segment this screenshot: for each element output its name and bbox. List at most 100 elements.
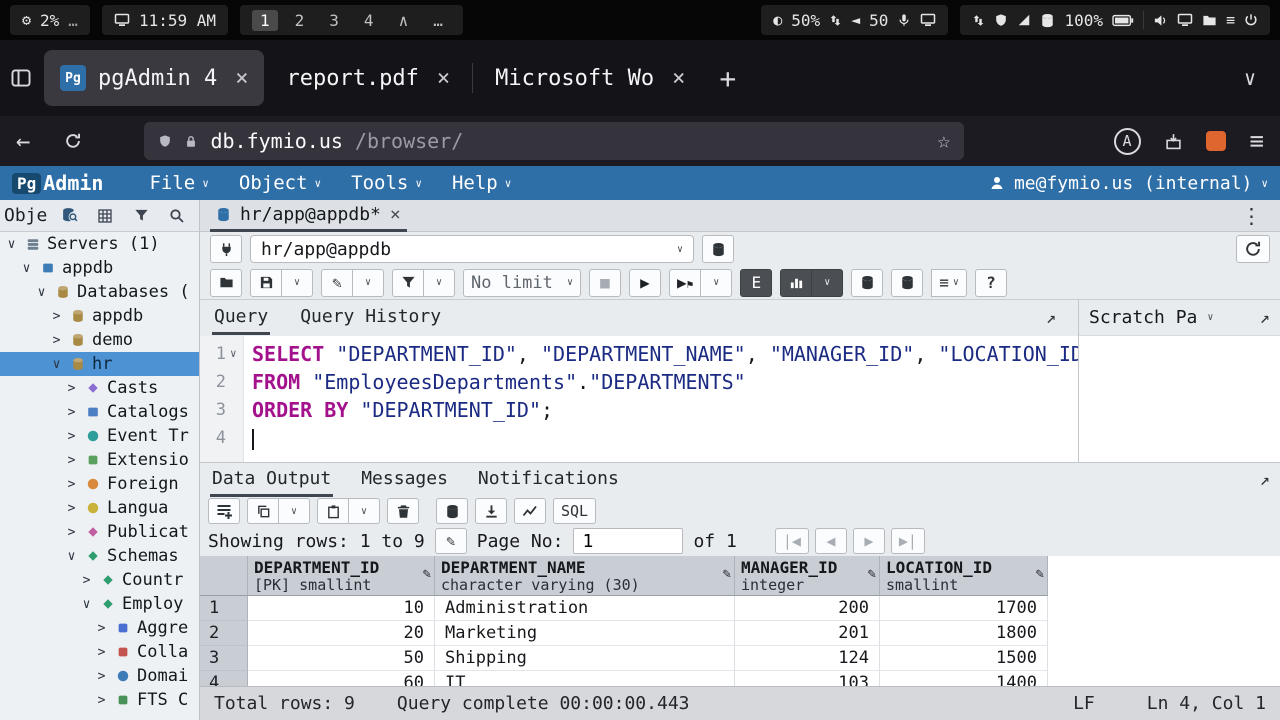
sql-editor[interactable]: 1∨SELECT "DEPARTMENT_ID", "DEPARTMENT_NA… bbox=[200, 336, 1078, 462]
tree-item-colla[interactable]: >Colla bbox=[0, 640, 199, 664]
row-number-cell[interactable]: 4 bbox=[200, 671, 248, 686]
tree-item-servers-1[interactable]: ∨Servers (1) bbox=[0, 232, 199, 256]
disk-icon[interactable] bbox=[1040, 13, 1055, 28]
menu-icon[interactable]: ≡ bbox=[1250, 127, 1264, 155]
list-tabs-icon[interactable]: ∨ bbox=[1230, 66, 1270, 90]
bookmark-star-icon[interactable]: ☆ bbox=[937, 129, 950, 154]
browser-tab-report[interactable]: report.pdf × bbox=[270, 50, 466, 106]
limit-select[interactable]: No limit ∨ bbox=[463, 269, 581, 297]
tab-notifications[interactable]: Notifications bbox=[476, 463, 621, 497]
cell[interactable]: 200 bbox=[735, 596, 880, 621]
search-icon[interactable] bbox=[163, 203, 191, 229]
tab-data-output[interactable]: Data Output bbox=[210, 463, 333, 497]
object-search-icon[interactable] bbox=[55, 203, 83, 229]
browser-view-icon[interactable] bbox=[10, 67, 32, 89]
new-connection-button[interactable] bbox=[702, 235, 734, 263]
cpu-indicator[interactable]: ⚙ 2% … bbox=[10, 5, 90, 35]
cell[interactable]: 1800 bbox=[880, 621, 1048, 646]
expand-scratch-icon[interactable]: ↗ bbox=[1260, 308, 1270, 328]
save-data-button[interactable] bbox=[436, 498, 468, 524]
browser-tab-pgadmin[interactable]: Pg pgAdmin 4 × bbox=[44, 50, 264, 106]
cell[interactable]: Administration bbox=[435, 596, 735, 621]
vpn-shield-icon[interactable] bbox=[994, 13, 1008, 27]
pencil-icon[interactable]: ✎ bbox=[723, 566, 731, 582]
tab-close-icon[interactable]: × bbox=[235, 66, 248, 91]
next-page-button[interactable]: ▶ bbox=[853, 528, 885, 554]
execute-script-button[interactable]: ▶⚑ bbox=[669, 269, 701, 297]
pencil-icon[interactable]: ✎ bbox=[423, 566, 431, 582]
tree-item-foreign[interactable]: >Foreign bbox=[0, 472, 199, 496]
collapsed-arrow-icon[interactable]: > bbox=[49, 333, 64, 348]
column-header-department_name[interactable]: DEPARTMENT_NAMEcharacter varying (30)✎ bbox=[435, 556, 735, 596]
filter-options-button[interactable]: ∨ bbox=[423, 269, 455, 297]
panel-kebab-icon[interactable]: ⋮ bbox=[1233, 204, 1270, 228]
eol-indicator[interactable]: LF bbox=[1073, 693, 1095, 714]
row-number-cell[interactable]: 2 bbox=[200, 621, 248, 646]
collapsed-arrow-icon[interactable]: > bbox=[94, 693, 109, 708]
tree-item-employ[interactable]: ∨Employ bbox=[0, 592, 199, 616]
tab-query[interactable]: Query bbox=[212, 301, 270, 335]
cell[interactable]: 1500 bbox=[880, 646, 1048, 671]
cell[interactable]: 124 bbox=[735, 646, 880, 671]
close-icon[interactable]: × bbox=[390, 204, 401, 225]
copy-options-button[interactable]: ∨ bbox=[278, 498, 310, 524]
workspace-4[interactable]: 4 bbox=[356, 10, 382, 31]
cell[interactable]: 20 bbox=[248, 621, 435, 646]
network-traffic-icon[interactable] bbox=[972, 14, 985, 27]
graph-visualiser-button[interactable] bbox=[514, 498, 546, 524]
tree-item-countr[interactable]: >Countr bbox=[0, 568, 199, 592]
browser-tab-word[interactable]: Microsoft Wo × bbox=[479, 50, 701, 106]
column-header-manager_id[interactable]: MANAGER_IDinteger✎ bbox=[735, 556, 880, 596]
delete-row-button[interactable] bbox=[387, 498, 419, 524]
save-page-icon[interactable] bbox=[1165, 133, 1182, 150]
signal-icon[interactable] bbox=[1017, 13, 1031, 27]
grid-corner-cell[interactable] bbox=[200, 556, 248, 596]
display2-icon[interactable] bbox=[1177, 12, 1193, 28]
sql-line-3[interactable]: ORDER BY "DEPARTMENT_ID"; bbox=[252, 396, 1078, 424]
tree-item-demo[interactable]: >demo bbox=[0, 328, 199, 352]
execute-button[interactable]: ▶ bbox=[629, 269, 661, 297]
page-number-input[interactable] bbox=[573, 528, 683, 554]
workspace-2[interactable]: 2 bbox=[287, 10, 313, 31]
show-sql-button[interactable]: SQL bbox=[553, 498, 596, 524]
collapsed-arrow-icon[interactable]: > bbox=[79, 573, 94, 588]
column-header-location_id[interactable]: LOCATION_IDsmallint✎ bbox=[880, 556, 1048, 596]
tree-item-appdb[interactable]: >appdb bbox=[0, 304, 199, 328]
tree-item-hr[interactable]: ∨hr bbox=[0, 352, 199, 376]
tab-close-icon[interactable]: × bbox=[672, 66, 685, 91]
tree-item-extensio[interactable]: >Extensio bbox=[0, 448, 199, 472]
sql-line-2[interactable]: FROM "EmployeesDepartments"."DEPARTMENTS… bbox=[252, 368, 1078, 396]
sql-line-4[interactable] bbox=[252, 424, 1078, 452]
account-menu[interactable]: me@fymio.us (internal) ∨ bbox=[989, 173, 1268, 194]
files-icon[interactable] bbox=[1202, 13, 1217, 28]
tree-item-publicat[interactable]: >Publicat bbox=[0, 520, 199, 544]
tree-item-schemas[interactable]: ∨Schemas bbox=[0, 544, 199, 568]
workspace-1[interactable]: 1 bbox=[252, 10, 278, 31]
connection-status-button[interactable] bbox=[210, 235, 242, 263]
extension-icon[interactable] bbox=[1206, 131, 1226, 151]
expanded-arrow-icon[interactable]: ∨ bbox=[34, 285, 49, 300]
tab-messages[interactable]: Messages bbox=[359, 463, 450, 497]
cell[interactable]: 10 bbox=[248, 596, 435, 621]
edit-range-button[interactable]: ✎ bbox=[435, 528, 467, 554]
paste-options-button[interactable]: ∨ bbox=[348, 498, 380, 524]
reconnect-button[interactable] bbox=[1236, 235, 1270, 263]
pencil-icon[interactable]: ✎ bbox=[1036, 566, 1044, 582]
tree-item-aggre[interactable]: >Aggre bbox=[0, 616, 199, 640]
add-row-button[interactable] bbox=[208, 498, 240, 524]
cell[interactable]: 1700 bbox=[880, 596, 1048, 621]
tray-menu-icon[interactable]: ≡ bbox=[1226, 11, 1235, 29]
power-icon[interactable] bbox=[1244, 13, 1258, 27]
layout-indicator[interactable]: ∧ bbox=[391, 10, 417, 31]
copy-button[interactable] bbox=[247, 498, 279, 524]
collapsed-arrow-icon[interactable]: > bbox=[64, 453, 79, 468]
column-header-department_id[interactable]: DEPARTMENT_ID[PK] smallint✎ bbox=[248, 556, 435, 596]
expanded-arrow-icon[interactable]: ∨ bbox=[49, 357, 64, 372]
collapsed-arrow-icon[interactable]: > bbox=[64, 429, 79, 444]
cell[interactable]: Marketing bbox=[435, 621, 735, 646]
row-number-cell[interactable]: 1 bbox=[200, 596, 248, 621]
execute-options-button[interactable]: ∨ bbox=[700, 269, 732, 297]
collapsed-arrow-icon[interactable]: > bbox=[64, 405, 79, 420]
tree-item-casts[interactable]: >Casts bbox=[0, 376, 199, 400]
reload-icon[interactable] bbox=[64, 132, 82, 150]
